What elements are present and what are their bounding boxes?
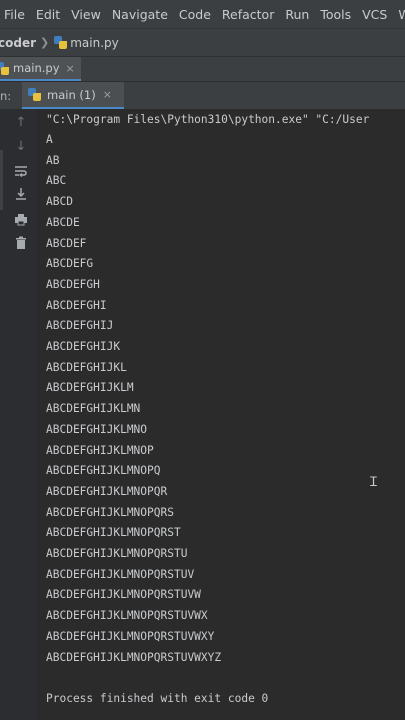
console-command-line: "C:\Program Files\Python310\python.exe" … <box>46 113 370 126</box>
menu-navigate[interactable]: Navigate <box>107 7 174 22</box>
run-tab-main[interactable]: main (1) × <box>22 82 124 109</box>
chevron-right-icon: ❯ <box>40 36 50 49</box>
breadcrumb-file[interactable]: main.py <box>70 36 119 50</box>
menu-edit[interactable]: Edit <box>31 7 66 22</box>
print-icon[interactable] <box>13 212 29 228</box>
menu-view[interactable]: View <box>66 7 107 22</box>
python-run-icon <box>28 88 41 101</box>
console-output-line: AB <box>46 153 60 167</box>
console-output-line: ABCDEFGHIJKLMN <box>46 402 141 416</box>
menu-window[interactable]: Window <box>393 7 405 22</box>
soft-wrap-icon[interactable] <box>13 164 29 180</box>
console-output-line: ABCDEFGHIJKLMNOPQRSTUVWXYZ <box>46 650 222 664</box>
console-exit-message: Process finished with exit code 0 <box>46 691 269 705</box>
console-output-line: ABCD <box>46 195 73 209</box>
menu-refactor[interactable]: Refactor <box>217 7 280 22</box>
menu-bar: File Edit View Navigate Code Refactor Ru… <box>0 0 405 28</box>
menu-vcs[interactable]: VCS <box>357 7 393 22</box>
console-output-line: ABCDEFGHIJKLMNOPQRSTUVW <box>46 588 201 602</box>
scroll-to-end-icon[interactable] <box>13 187 29 203</box>
run-tab-label: main (1) <box>47 87 96 102</box>
editor-tab-bar: main.py × <box>0 56 405 81</box>
console-output-line: ABCDEFGHIJKLMNOPQRSTUV <box>46 567 195 581</box>
console-output-line: ABCDEFGHIJKLMNOPQRSTUVWXY <box>46 629 215 643</box>
close-icon[interactable]: × <box>66 62 75 75</box>
console-output-line: ABCDEFGHIJKLMNO <box>46 422 148 436</box>
menu-tools[interactable]: Tools <box>315 7 357 22</box>
console-output-line: ABCDEFGHIJKLMNOPQRS <box>46 505 174 519</box>
run-toolbar: ↑ ↓ <box>0 109 39 720</box>
console-output-line: ABCDEFGHIJKLMNOPQRSTUVWX <box>46 609 208 623</box>
console-output-line: ABCDEFGHIJKLM <box>46 381 134 395</box>
breadcrumb: coder ❯ main.py <box>0 28 405 56</box>
console-output-line: ABCDEFGHIJKLMNOPQR <box>46 484 168 498</box>
console-output-line: ABCDEFGHIJK <box>46 340 121 353</box>
panel-edge <box>0 150 3 210</box>
run-panel-header: n: main (1) × <box>0 82 405 109</box>
menu-code[interactable]: Code <box>174 7 217 22</box>
console-output-line: ABC <box>46 174 67 188</box>
console-output-line: ABCDEFGHIJKL <box>46 360 127 374</box>
console-output-line: ABCDEFGHIJKLMNOP <box>46 443 154 457</box>
editor-tab-main[interactable]: main.py × <box>0 57 81 81</box>
console-output-line: ABCDEFGHIJKLMNOPQ <box>46 464 161 478</box>
console-output-line: A <box>46 133 53 146</box>
trash-icon[interactable] <box>13 236 29 252</box>
console-output-line: ABCDEFGHIJ <box>46 319 114 333</box>
console-output-line: ABCDEFGHIJKLMNOPQRST <box>46 526 181 540</box>
down-arrow-icon[interactable]: ↓ <box>13 139 29 155</box>
breadcrumb-project[interactable]: coder <box>0 36 36 50</box>
console-output[interactable]: "C:\Program Files\Python310\python.exe" … <box>39 109 405 720</box>
menu-run[interactable]: Run <box>280 7 315 22</box>
run-panel-label: n: <box>0 89 12 103</box>
editor-tab-label: main.py <box>13 61 60 75</box>
menu-file[interactable]: File <box>0 7 31 22</box>
python-file-icon <box>0 61 9 75</box>
console-output-line: ABCDEFGHIJKLMNOPQRSTU <box>46 547 188 560</box>
console-output-line: ABCDE <box>46 215 80 229</box>
console-output-line: ABCDEFG <box>46 257 94 271</box>
python-file-icon <box>54 36 68 49</box>
console-output-line: ABCDEFGHI <box>46 298 107 312</box>
console-output-line: ABCDEF <box>46 236 87 250</box>
console-output-line: ABCDEFGH <box>46 277 100 291</box>
up-arrow-icon[interactable]: ↑ <box>13 115 29 131</box>
close-icon[interactable]: × <box>103 88 112 101</box>
text-cursor-icon: Ｉ <box>367 475 381 490</box>
